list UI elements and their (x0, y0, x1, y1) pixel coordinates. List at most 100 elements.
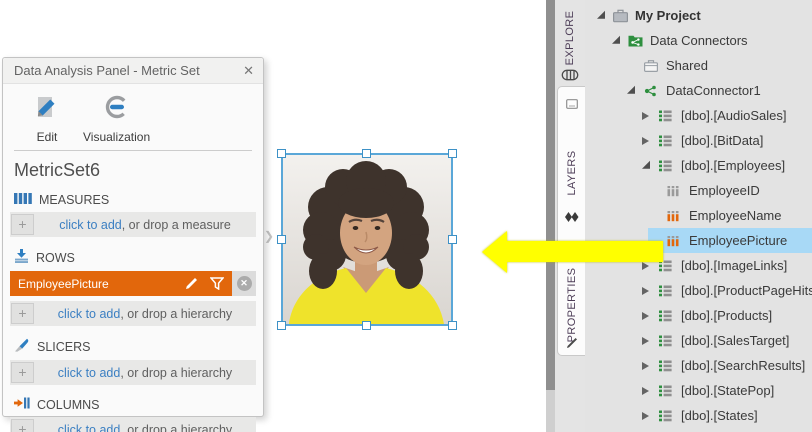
table-icon (659, 110, 672, 122)
expand-arrow-icon[interactable] (642, 111, 649, 120)
tree-item-label: DataConnector1 (666, 83, 761, 98)
measures-add-suffix: , or drop a measure (121, 217, 231, 232)
close-icon[interactable]: ✕ (243, 58, 254, 83)
selection-handle-n[interactable] (362, 149, 371, 158)
tree-item-label: Shared (666, 58, 708, 73)
expand-arrow-icon[interactable] (642, 286, 649, 295)
tab-layers[interactable]: LAYERS (566, 151, 578, 196)
selection-handle-se[interactable] (448, 321, 457, 330)
tree-item-dbo-productpagehits[interactable]: [dbo].[ProductPageHits] (585, 278, 812, 303)
collapse-arrow-icon[interactable] (612, 35, 620, 44)
expand-arrow-icon[interactable] (642, 361, 649, 370)
plus-icon[interactable]: + (11, 214, 34, 235)
selection-handle-nw[interactable] (277, 149, 286, 158)
selection-handle-sw[interactable] (277, 321, 286, 330)
tree-item-label: EmployeeID (689, 183, 760, 198)
selection-handle-ne[interactable] (448, 149, 457, 158)
measures-add-row[interactable]: + click to add, or drop a measure (10, 212, 256, 237)
slicers-label: SLICERS (37, 339, 91, 354)
collapse-arrow-icon[interactable] (597, 10, 605, 19)
layers-diamonds-icon[interactable] (565, 212, 579, 223)
plus-icon[interactable]: + (11, 362, 34, 383)
tab-properties[interactable]: PROPERTIES (566, 268, 578, 343)
scrollbar-thumb[interactable] (546, 0, 555, 390)
edit-button-label: Edit (36, 130, 58, 144)
dialog-title: Data Analysis Panel - Metric Set (14, 63, 200, 78)
tree-item-data-connectors[interactable]: Data Connectors (585, 28, 812, 53)
tree-item-dbo-bitdata[interactable]: [dbo].[BitData] (585, 128, 812, 153)
table-icon (659, 360, 672, 372)
window-icon[interactable] (566, 99, 578, 109)
expand-arrow-icon[interactable] (642, 411, 649, 420)
column-gray-icon (667, 185, 679, 197)
tree-item-dbo-employees[interactable]: [dbo].[Employees] (585, 153, 812, 178)
table-icon (659, 385, 672, 397)
tree-item-dataconnector1[interactable]: DataConnector1 (585, 78, 812, 103)
edit-hierarchy-pencil-icon[interactable] (185, 277, 198, 290)
employee-picture-widget[interactable] (277, 149, 457, 330)
filter-funnel-icon[interactable] (210, 277, 224, 290)
panel-edge-chevron-icon[interactable]: ❯ (264, 229, 274, 243)
tree-item-employeeid[interactable]: EmployeeID (585, 178, 812, 203)
table-icon (659, 310, 672, 322)
slicers-click-to-add-link[interactable]: click to add (58, 366, 121, 380)
measures-click-to-add-link[interactable]: click to add (59, 218, 122, 232)
visualization-button-label: Visualization (83, 130, 151, 144)
tree-item-label: Data Connectors (650, 33, 748, 48)
tree-item-dbo-searchresults[interactable]: [dbo].[SearchResults] (585, 353, 812, 378)
collapse-arrow-icon[interactable] (627, 85, 635, 94)
tree-item-label: [dbo].[AudioSales] (681, 108, 787, 123)
expand-arrow-icon[interactable] (642, 311, 649, 320)
tree-item-label: [dbo].[States] (681, 408, 758, 423)
slicers-add-row[interactable]: + click to add, or drop a hierarchy (10, 360, 256, 385)
vertical-scrollbar[interactable] (546, 0, 555, 432)
columns-add-row[interactable]: + click to add, or drop a hierarchy (10, 417, 256, 432)
expand-arrow-icon[interactable] (642, 336, 649, 345)
tree-item-my-project[interactable]: My Project (585, 3, 812, 28)
tree-item-label: [dbo].[ProductPageHits] (681, 283, 812, 298)
table-icon (659, 285, 672, 297)
expand-arrow-icon[interactable] (642, 136, 649, 145)
visualization-button[interactable]: Visualization (83, 92, 150, 144)
tree-item-label: [dbo].[BitData] (681, 133, 764, 148)
tree-item-label: [dbo].[ImageLinks] (681, 258, 788, 273)
tree-item-dbo-audiosales[interactable]: [dbo].[AudioSales] (585, 103, 812, 128)
columns-label: COLUMNS (37, 397, 100, 412)
table-icon (659, 160, 672, 172)
measures-icon (14, 193, 32, 207)
rows-add-suffix: , or drop a hierarchy (120, 306, 233, 321)
tree-item-employeename[interactable]: EmployeeName (585, 203, 812, 228)
rows-icon (14, 249, 29, 266)
slicers-knife-icon (14, 338, 30, 355)
tree-item-label: EmployeePicture (689, 233, 788, 248)
selection-handle-s[interactable] (362, 321, 371, 330)
tree-item-label: [dbo].[SearchResults] (681, 358, 806, 373)
plus-icon[interactable]: + (11, 303, 34, 324)
selection-handle-w[interactable] (277, 234, 286, 244)
tab-explore[interactable]: EXPLORE (564, 11, 576, 66)
rows-add-row[interactable]: + click to add, or drop a hierarchy (10, 301, 256, 326)
plus-icon[interactable]: + (11, 419, 34, 432)
selection-handle-e[interactable] (448, 234, 457, 244)
metric-set-barrel-icon[interactable] (561, 69, 579, 81)
arrow-head (482, 231, 507, 273)
edit-button[interactable]: Edit (27, 92, 67, 144)
dialog-titlebar[interactable]: Data Analysis Panel - Metric Set ✕ (3, 58, 263, 84)
expand-arrow-icon[interactable] (642, 386, 649, 395)
rows-label: ROWS (36, 250, 75, 265)
tree-item-dbo-products[interactable]: [dbo].[Products] (585, 303, 812, 328)
tree-item-dbo-states[interactable]: [dbo].[States] (585, 403, 812, 428)
employee-picture-pill[interactable]: EmployeePicture (10, 271, 232, 296)
measures-label: MEASURES (39, 193, 110, 207)
tree-item-dbo-salestarget[interactable]: [dbo].[SalesTarget] (585, 328, 812, 353)
collapse-arrow-icon[interactable] (642, 160, 650, 169)
remove-hierarchy-button[interactable]: ✕ (232, 271, 256, 296)
employee-photo (283, 155, 451, 324)
arrow-shaft (505, 241, 663, 262)
properties-pencil-icon[interactable] (566, 337, 578, 349)
rows-click-to-add-link[interactable]: click to add (58, 307, 121, 321)
columns-click-to-add-link[interactable]: click to add (58, 423, 121, 432)
tree-item-label: [dbo].[Products] (681, 308, 773, 323)
tree-item-dbo-statepop[interactable]: [dbo].[StatePop] (585, 378, 812, 403)
tree-item-shared[interactable]: Shared (585, 53, 812, 78)
